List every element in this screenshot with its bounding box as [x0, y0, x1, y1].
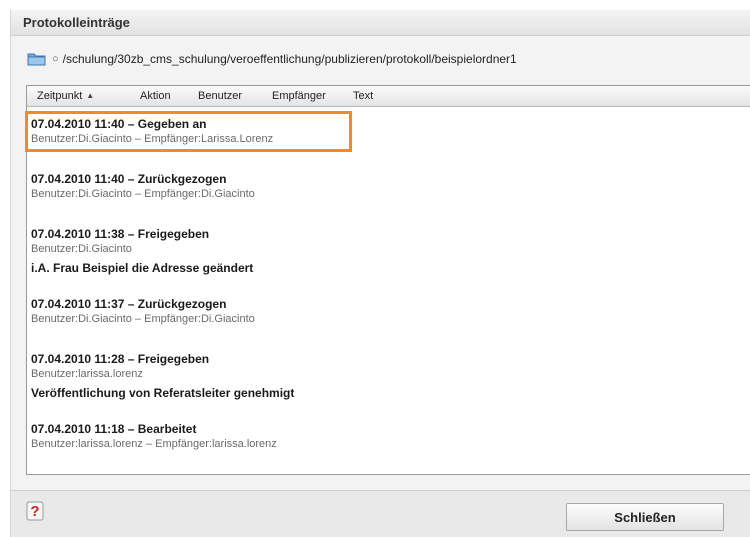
column-benutzer[interactable]: Benutzer: [198, 90, 242, 102]
entry-users: Benutzer:Di.Giacinto – Empfänger:Di.Giac…: [31, 188, 255, 200]
entry-title: 07.04.2010 11:28 – Freigegeben: [31, 352, 210, 366]
entry-users: Benutzer:larissa.lorenz – Empfänger:lari…: [31, 438, 277, 450]
path-bullet: ○: [52, 53, 59, 65]
protocol-dialog: Protokolleinträge ○ /schulung/30zb_cms_s…: [10, 10, 750, 537]
column-zeitpunkt[interactable]: Zeitpunkt ▲: [37, 90, 94, 102]
list-item[interactable]: 07.04.2010 11:37 – Zurückgezogen Benutze…: [31, 297, 255, 326]
entry-title: 07.04.2010 11:37 – Zurückgezogen: [31, 297, 227, 311]
folder-icon: [27, 51, 47, 67]
list-item[interactable]: 07.04.2010 11:38 – Freigegeben Benutzer:…: [31, 227, 253, 276]
column-empfaenger[interactable]: Empfänger: [272, 90, 326, 102]
dialog-footer: ? Schließen: [11, 490, 750, 537]
entry-title: 07.04.2010 11:40 – Gegeben an: [31, 117, 207, 131]
dialog-titlebar: Protokolleinträge: [11, 10, 750, 36]
path-row: ○ /schulung/30zb_cms_schulung/veroeffent…: [27, 50, 517, 68]
entry-users: Benutzer:larissa.lorenz: [31, 368, 143, 380]
column-zeitpunkt-label: Zeitpunkt: [37, 90, 83, 102]
column-aktion[interactable]: Aktion: [140, 90, 171, 102]
close-button[interactable]: Schließen: [566, 503, 724, 531]
column-text[interactable]: Text: [353, 90, 373, 102]
list-item[interactable]: 07.04.2010 11:28 – Freigegeben Benutzer:…: [31, 352, 294, 401]
sort-ascending-icon: ▲: [86, 91, 95, 100]
entry-title: 07.04.2010 11:38 – Freigegeben: [31, 227, 210, 241]
folder-path: /schulung/30zb_cms_schulung/veroeffentli…: [62, 52, 517, 66]
entry-comment: i.A. Frau Beispiel die Adresse geändert: [31, 261, 254, 275]
list-item[interactable]: 07.04.2010 11:18 – Bearbeitet Benutzer:l…: [31, 422, 277, 451]
help-icon[interactable]: ?: [26, 501, 44, 521]
svg-text:?: ?: [30, 503, 39, 520]
protocol-list: Zeitpunkt ▲ Aktion Benutzer Empfänger Tex…: [25, 85, 750, 475]
entry-comment: Veröffentlichung von Referatsleiter gene…: [31, 386, 295, 400]
entry-title: 07.04.2010 11:18 – Bearbeitet: [31, 422, 197, 436]
list-item[interactable]: 07.04.2010 11:40 – Gegeben an Benutzer:D…: [25, 111, 352, 152]
entry-users: Benutzer:Di.Giacinto: [31, 243, 132, 255]
list-item[interactable]: 07.04.2010 11:40 – Zurückgezogen Benutze…: [31, 172, 255, 201]
entry-users: Benutzer:Di.Giacinto – Empfänger:Larissa…: [31, 133, 274, 145]
entry-users: Benutzer:Di.Giacinto – Empfänger:Di.Giac…: [31, 313, 255, 325]
entry-title: 07.04.2010 11:40 – Zurückgezogen: [31, 172, 227, 186]
column-header-row: Zeitpunkt ▲ Aktion Benutzer Empfänger Tex…: [27, 86, 750, 107]
dialog-title: Protokolleinträge: [23, 15, 130, 30]
